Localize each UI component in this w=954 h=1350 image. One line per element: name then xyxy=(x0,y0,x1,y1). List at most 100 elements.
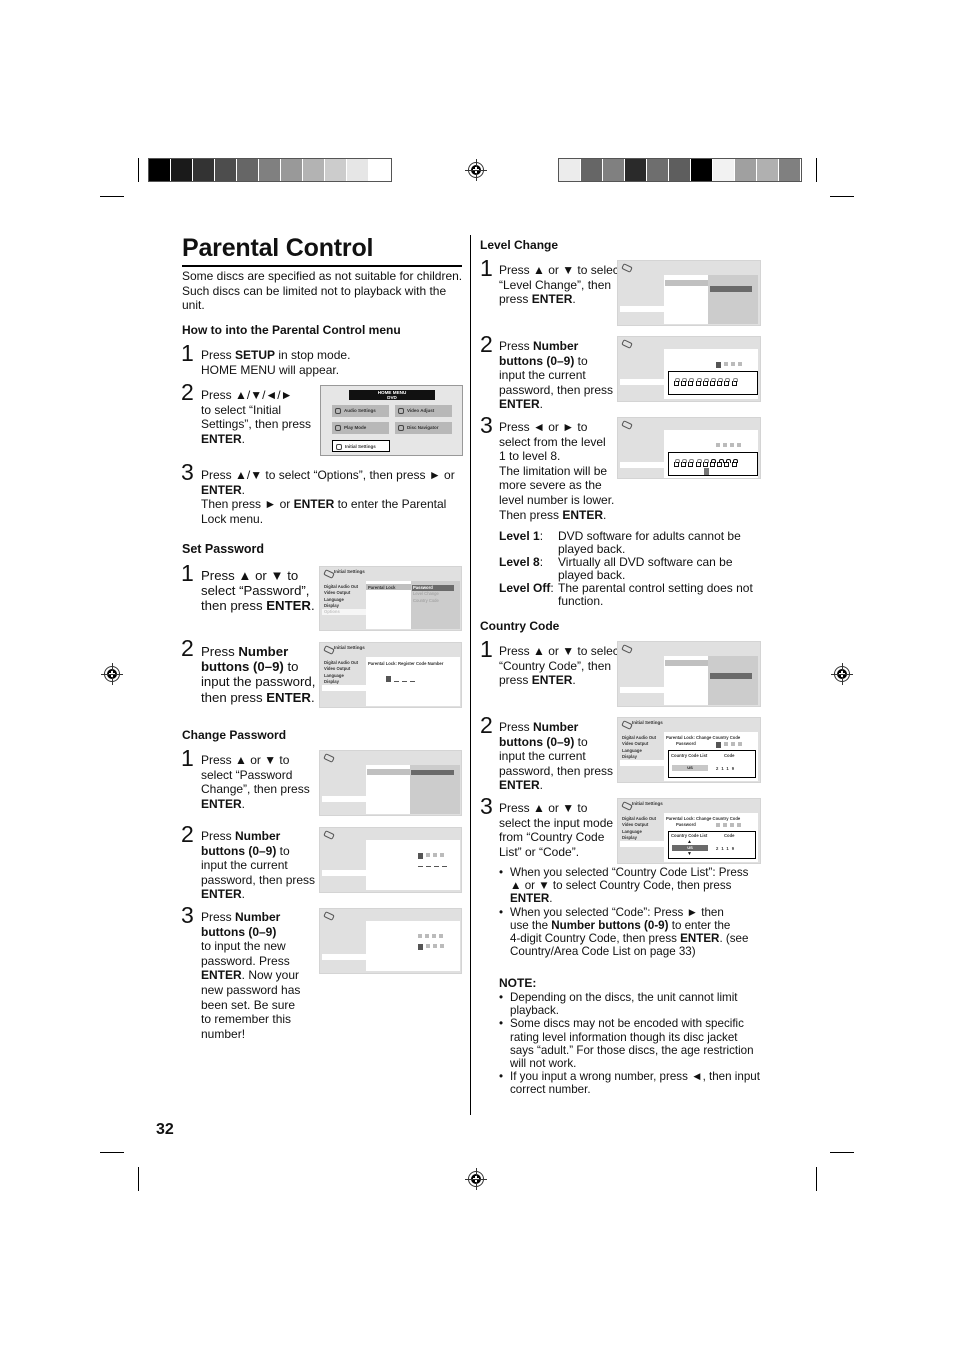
lock-icon xyxy=(702,459,709,467)
home-menu-banner: HOME MENU DVD xyxy=(349,390,435,400)
step-number: 1 xyxy=(181,560,194,586)
color-swatch xyxy=(259,159,281,181)
settings-icon xyxy=(323,830,335,840)
step-text: Press ▲/▼ to select “Options”, then pres… xyxy=(201,468,455,526)
color-swatch xyxy=(171,159,193,181)
lock-icon xyxy=(695,459,702,467)
step-number: 3 xyxy=(181,459,194,485)
lock-icon xyxy=(681,378,688,386)
note-heading: NOTE: xyxy=(499,976,537,990)
color-swatch xyxy=(559,159,581,181)
step-number: 1 xyxy=(480,255,493,281)
screen-level-password xyxy=(617,336,761,402)
crop-mark xyxy=(830,196,854,197)
color-swatch xyxy=(779,159,801,181)
page-title: Parental Control xyxy=(182,234,374,262)
step-number: 2 xyxy=(480,331,493,357)
home-btn-disc-navigator: Disc Navigator xyxy=(395,422,452,434)
step-number: 3 xyxy=(480,412,493,438)
color-swatch xyxy=(713,159,735,181)
list-item: If you input a wrong number, press ◄, th… xyxy=(499,1070,774,1096)
level-selector-box xyxy=(668,371,758,395)
column-divider xyxy=(470,235,471,1115)
section-heading-how-to: How to into the Parental Control menu xyxy=(182,323,401,337)
color-swatch xyxy=(237,159,259,181)
password-input-digits xyxy=(386,676,415,682)
color-swatch xyxy=(757,159,779,181)
down-arrow-icon: ▼ xyxy=(687,851,692,857)
lock-icon xyxy=(724,459,731,467)
color-swatch xyxy=(647,159,669,181)
screen-password-change-select xyxy=(319,750,462,816)
crop-mark xyxy=(816,158,817,182)
registration-mark-icon xyxy=(465,1168,487,1190)
crop-mark xyxy=(100,1152,124,1153)
lock-icon xyxy=(674,459,680,467)
step-number: 2 xyxy=(181,379,194,405)
color-swatch xyxy=(149,159,171,181)
step-number: 3 xyxy=(181,902,194,928)
settings-icon xyxy=(323,753,335,763)
title-rule xyxy=(182,265,462,267)
lock-icon xyxy=(731,459,738,467)
step-number: 3 xyxy=(480,793,493,819)
note-list: Depending on the discs, the unit cannot … xyxy=(499,991,774,1097)
registration-mark-icon xyxy=(465,159,487,181)
color-swatch xyxy=(369,159,391,181)
color-calibration-bar-left xyxy=(148,158,392,182)
step-number: 2 xyxy=(181,821,194,847)
color-swatch xyxy=(735,159,757,181)
lock-icon xyxy=(709,459,717,467)
home-btn-audio-settings: Audio Settings xyxy=(332,405,389,417)
step-text: Press Number buttons (0–9) to input the … xyxy=(499,720,614,793)
color-swatch xyxy=(281,159,303,181)
step-number: 1 xyxy=(181,745,194,771)
section-heading-level-change: Level Change xyxy=(480,238,559,252)
step-number: 2 xyxy=(181,635,194,661)
registration-mark-icon xyxy=(101,663,123,685)
home-menu-screenshot: HOME MENU DVD Audio Settings Video Adjust… xyxy=(320,385,463,456)
crop-mark xyxy=(100,196,124,197)
screen-country-password: Initial Settings Digital Audio Out Video … xyxy=(617,717,761,783)
settings-icon xyxy=(323,911,335,921)
lock-icon xyxy=(709,378,716,386)
level-lock-icons xyxy=(674,378,738,386)
screen-password-select: Initial Settings Digital Audio Out Video … xyxy=(319,566,462,631)
list-item: When you selected “Code”: Press ► thenus… xyxy=(499,906,769,959)
lock-icon xyxy=(688,459,695,467)
country-code-box: Country Code List Code US 2119 xyxy=(668,750,756,778)
crop-mark xyxy=(816,1167,817,1191)
crop-mark xyxy=(830,1152,854,1153)
step-text: Press ▲ or ▼ to select “Password”, then … xyxy=(201,568,315,614)
settings-icon xyxy=(621,420,633,430)
step-text: Press Number buttons (0–9) to input the … xyxy=(499,339,614,412)
step-number: 1 xyxy=(480,636,493,662)
country-code-instructions: When you selected “Country Code List”: P… xyxy=(499,866,769,958)
lock-icon xyxy=(724,378,731,386)
lock-icon xyxy=(731,378,738,386)
home-btn-initial-settings: Initial Settings xyxy=(332,440,390,452)
list-item: Depending on the discs, the unit cannot … xyxy=(499,991,774,1017)
lock-icon xyxy=(717,378,724,386)
level-lock-icons xyxy=(674,459,738,467)
step-text: Press Number buttons (0–9) to input the … xyxy=(201,910,301,1041)
color-swatch xyxy=(347,159,369,181)
lock-icon xyxy=(688,378,695,386)
lock-icon xyxy=(674,378,680,386)
section-heading-change-password: Change Password xyxy=(182,728,287,742)
section-heading-country-code: Country Code xyxy=(480,619,560,633)
level-cursor xyxy=(704,468,709,475)
step-text: Press ▲ or ▼ to select “Level Change”, t… xyxy=(499,263,623,307)
color-swatch xyxy=(603,159,625,181)
screen-current-password xyxy=(319,827,462,893)
color-swatch xyxy=(325,159,347,181)
crop-mark xyxy=(138,1167,139,1191)
color-swatch xyxy=(193,159,215,181)
color-swatch xyxy=(215,159,237,181)
list-item: Some discs may not be encoded with speci… xyxy=(499,1017,774,1070)
step-text: Press ▲/▼/◄/► to select “Initial Setting… xyxy=(201,388,312,446)
step-text: Press ▲ or ▼ to select “Password Change”… xyxy=(201,753,310,811)
lock-icon xyxy=(702,378,709,386)
list-item: When you selected “Country Code List”: P… xyxy=(499,866,769,906)
level-selector-box xyxy=(668,452,758,476)
